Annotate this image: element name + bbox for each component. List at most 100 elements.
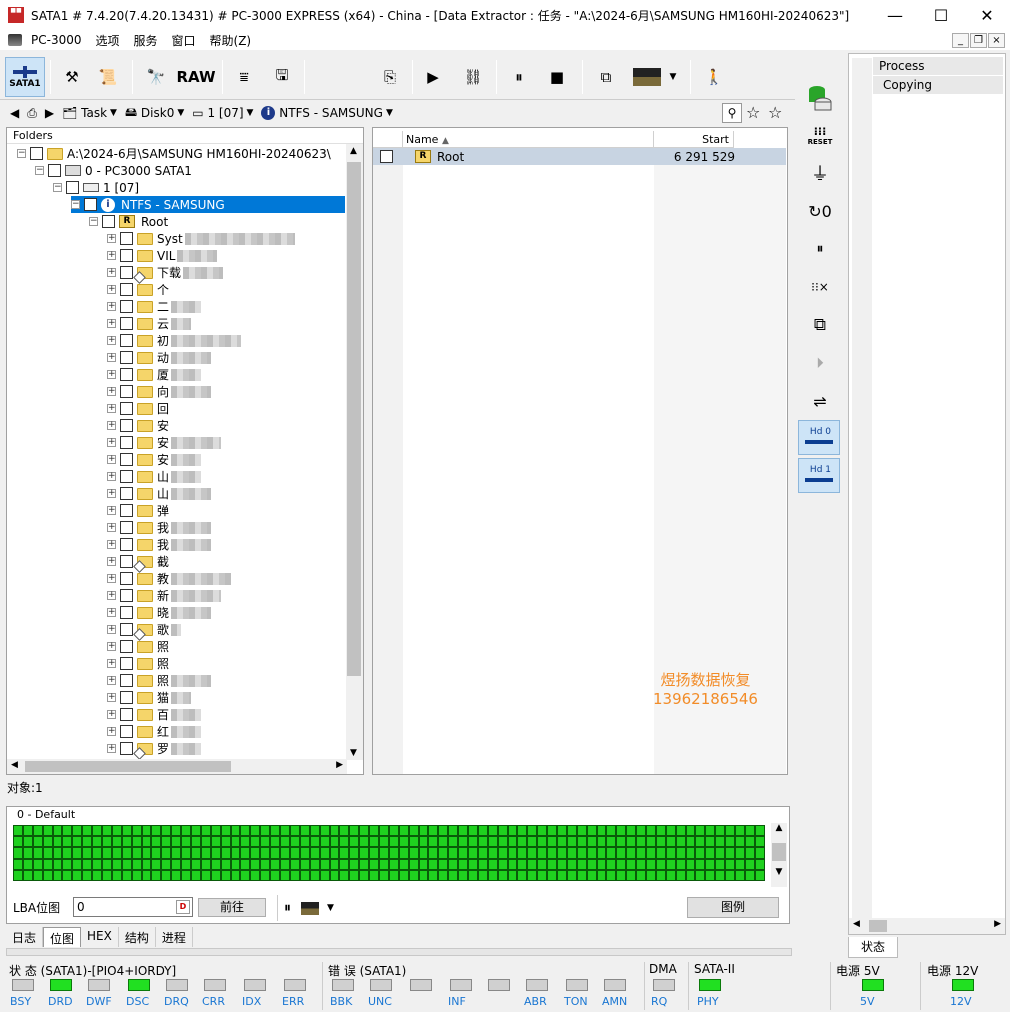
export-icon[interactable]: ⎘ <box>376 57 404 97</box>
tree-node-folder[interactable]: + 初 <box>107 332 242 349</box>
expand-icon[interactable]: + <box>107 727 116 736</box>
partition-selector[interactable]: ▭ 1 [07] ▼ <box>192 106 253 120</box>
legend-button[interactable]: 图例 <box>687 897 779 918</box>
tree-node-folder[interactable]: + 安 <box>107 417 169 434</box>
tree-checkbox[interactable] <box>120 674 133 687</box>
expand-icon[interactable]: + <box>107 268 116 277</box>
tree-checkbox[interactable] <box>120 606 133 619</box>
name-column-header[interactable]: Name ▲ <box>403 131 654 148</box>
tools-icon[interactable]: ⚒ <box>58 57 86 97</box>
tree-checkbox[interactable] <box>120 300 133 313</box>
tree-checkbox[interactable] <box>120 317 133 330</box>
tab-bitmap[interactable]: 位图 <box>43 927 82 947</box>
tree-checkbox[interactable] <box>120 521 133 534</box>
tree-node-folder[interactable]: + 回 <box>107 400 169 417</box>
tree-node-folder[interactable]: + 安 <box>107 451 202 468</box>
power-plug-icon[interactable]: ⏚ <box>800 156 840 190</box>
row-checkbox[interactable] <box>380 150 393 163</box>
copy-stop-icon[interactable]: ⧉ <box>800 308 840 342</box>
tree-checkbox[interactable] <box>120 436 133 449</box>
tree-checkbox[interactable] <box>120 249 133 262</box>
tree-checkbox[interactable] <box>120 725 133 738</box>
menu-options[interactable]: 选项 <box>88 32 126 49</box>
collapse-icon[interactable]: − <box>71 200 80 209</box>
tree-node-folder[interactable]: + 我 <box>107 536 212 553</box>
tree-vertical-scrollbar[interactable]: ▲ ▼ <box>346 144 363 760</box>
fs-selector[interactable]: i NTFS - SAMSUNG ▼ <box>261 106 393 120</box>
chevron-up-icon[interactable]: ▲ <box>350 146 357 156</box>
tree-checkbox[interactable] <box>102 215 115 228</box>
mdi-restore-button[interactable]: ❐ <box>970 33 987 48</box>
hd1-button[interactable]: Hd 1 <box>798 458 840 493</box>
expand-icon[interactable]: + <box>107 557 116 566</box>
tree-checkbox[interactable] <box>66 181 79 194</box>
tree-checkbox[interactable] <box>120 640 133 653</box>
tree-node-folder[interactable]: + 教 <box>107 570 232 587</box>
goto-button[interactable]: 前往 <box>198 898 266 917</box>
tree-checkbox[interactable] <box>84 198 97 211</box>
tab-structure[interactable]: 结构 <box>119 927 156 947</box>
play-icon[interactable]: ▶ <box>422 57 444 97</box>
script-icon[interactable]: 📜 <box>94 57 122 97</box>
expand-icon[interactable]: + <box>107 455 116 464</box>
tree-node-folder[interactable]: + 照 <box>107 655 169 672</box>
expand-icon[interactable]: + <box>107 693 116 702</box>
expand-icon[interactable]: + <box>107 251 116 260</box>
pause-icon[interactable]: ⏸ <box>800 232 840 266</box>
tree-checkbox[interactable] <box>120 572 133 585</box>
map-view-icon[interactable] <box>630 57 664 97</box>
chevron-down-icon[interactable]: ▼ <box>327 903 334 913</box>
process-row[interactable]: Copying <box>873 76 1003 94</box>
expand-icon[interactable]: + <box>107 540 116 549</box>
tree-node-folder[interactable]: + 晓 <box>107 604 212 621</box>
tree-checkbox[interactable] <box>120 232 133 245</box>
collapse-icon[interactable]: − <box>17 149 26 158</box>
expand-icon[interactable]: + <box>107 659 116 668</box>
collapse-icon[interactable]: − <box>53 183 62 192</box>
tree-vertical-scroll-thumb[interactable] <box>347 162 361 676</box>
tree-checkbox[interactable] <box>120 351 133 364</box>
expand-icon[interactable]: + <box>107 285 116 294</box>
tree-checkbox[interactable] <box>48 164 61 177</box>
expand-icon[interactable]: + <box>107 744 116 753</box>
tree-node-folder[interactable]: + 罗 <box>107 740 202 757</box>
tree-node-folder[interactable]: + 山 <box>107 485 212 502</box>
tree-node-folder[interactable]: + 歌 <box>107 621 182 638</box>
process-hscrollbar[interactable]: ◀ ▶ <box>849 918 1005 934</box>
tree-node-folder[interactable]: + 二 <box>107 298 202 315</box>
expand-icon[interactable]: + <box>107 336 116 345</box>
process-scroll-thumb[interactable] <box>869 920 887 932</box>
tree-checkbox[interactable] <box>120 742 133 755</box>
lba-bitmap-grid[interactable] <box>13 825 765 881</box>
expand-icon[interactable]: + <box>107 625 116 634</box>
tree-node-folder[interactable]: + 山 <box>107 468 202 485</box>
tree-checkbox[interactable] <box>120 419 133 432</box>
hd0-button[interactable]: Hd 0 <box>798 420 840 455</box>
step-play-icon[interactable]: ⏵ <box>800 346 840 380</box>
expand-icon[interactable]: + <box>107 676 116 685</box>
bottom-scrollbar[interactable] <box>6 948 792 956</box>
star-add-icon[interactable]: ☆ <box>746 103 760 122</box>
expand-icon[interactable]: + <box>107 591 116 600</box>
binoculars-icon[interactable]: 🔭 <box>142 57 170 97</box>
reset-button[interactable]: ⁝⁝⁝ RESET <box>800 118 840 152</box>
expand-icon[interactable]: + <box>107 608 116 617</box>
tree-node-folder[interactable]: + 动 <box>107 349 212 366</box>
copy-window-icon[interactable]: ⧉ <box>592 57 620 97</box>
expand-icon[interactable]: + <box>107 370 116 379</box>
tree-node-folder[interactable]: + 下载 <box>107 264 224 281</box>
sata1-port-button[interactable]: SATA1 <box>5 57 45 97</box>
disk-save-icon[interactable]: 🖫 <box>268 57 296 97</box>
collapse-icon[interactable]: − <box>89 217 98 226</box>
expand-icon[interactable]: + <box>107 574 116 583</box>
map-view-dropdown-icon[interactable]: ▼ <box>666 57 680 97</box>
tree-horizontal-scroll-thumb[interactable] <box>25 761 231 772</box>
expand-icon[interactable]: + <box>107 472 116 481</box>
expand-icon[interactable]: + <box>107 421 116 430</box>
table-row[interactable]: R Root 6 291 529 <box>373 148 786 165</box>
tab-hex[interactable]: HEX <box>81 927 119 947</box>
chevron-left-icon[interactable]: ◀ <box>11 760 18 770</box>
tree-node-folder[interactable]: + 安 <box>107 434 222 451</box>
tree-node-folder[interactable]: + 红 <box>107 723 202 740</box>
database-copy-icon[interactable] <box>800 80 840 114</box>
